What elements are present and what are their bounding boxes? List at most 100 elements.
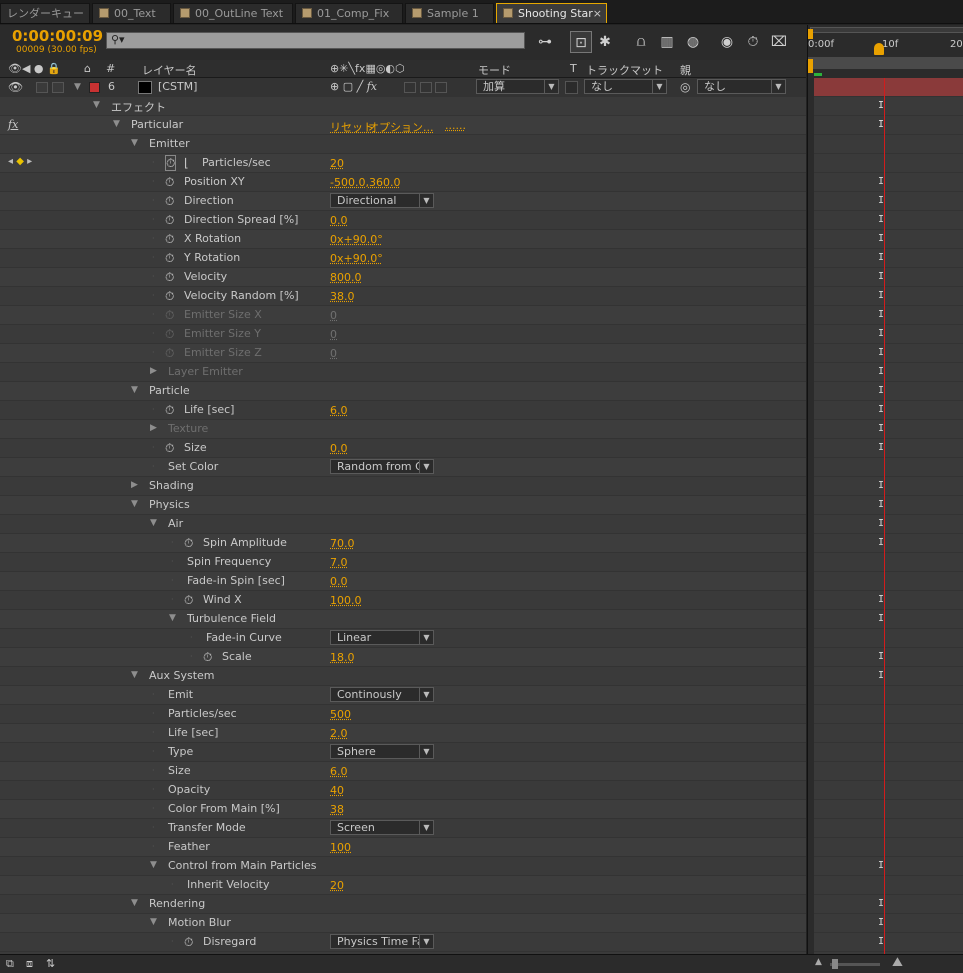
twirl-open-icon[interactable]: ▼ (150, 917, 157, 927)
dropdown-arrow-icon[interactable]: ▼ (419, 745, 433, 758)
property-value[interactable]: 0.0 (330, 575, 348, 588)
property-row[interactable]: ▼ Air (0, 515, 806, 534)
twirl-open-icon[interactable]: ▼ (131, 670, 138, 680)
property-value[interactable]: 100.0 (330, 594, 362, 607)
tab-2[interactable]: 00_OutLine Text (173, 3, 293, 23)
fx-icon[interactable]: fx (8, 118, 18, 131)
property-value[interactable]: 0.0 (330, 214, 348, 227)
property-value[interactable]: 800.0 (330, 271, 362, 284)
property-row[interactable]: · ⏱ Velocity Random [%] 38.0 (0, 287, 806, 306)
property-value[interactable]: 0.0 (330, 442, 348, 455)
property-value[interactable]: 38.0 (330, 290, 355, 303)
modes-toggle-icon[interactable]: ⧈ (26, 957, 33, 971)
property-value[interactable]: 6.0 (330, 765, 348, 778)
effect-about-link[interactable]: ...... (445, 119, 466, 132)
dropdown-arrow-icon[interactable]: ▼ (419, 935, 433, 948)
property-row[interactable]: · ⏱ Direction Spread [%] 0.0 (0, 211, 806, 230)
property-value[interactable]: 40 (330, 784, 344, 797)
twirl-open-icon[interactable]: ▼ (131, 499, 138, 509)
layer-row[interactable]: 👁 ▼ 6 [CSTM] ⊕ ▢ ╱ fx 加算 ▼ なし ▼ ◎ なし ▼ (0, 78, 806, 97)
property-row[interactable]: · Fade-in Spin [sec] 0.0 (0, 572, 806, 591)
effect-row-particular[interactable]: fx ▼ Particular リセット オプション... ...... (0, 116, 806, 135)
auto-keyframe-icon[interactable]: ⏱ (742, 31, 764, 53)
property-row[interactable]: · ⏱ Disregard Physics Time Fa ▼ (0, 933, 806, 952)
effects-twirl-icon[interactable]: ▼ (93, 100, 100, 110)
twirl-open-icon[interactable]: ▼ (169, 613, 176, 623)
twirl-closed-icon[interactable]: ▶ (150, 423, 157, 433)
stopwatch-icon[interactable]: ⏱ (165, 232, 174, 247)
property-value[interactable]: 20 (330, 879, 344, 892)
property-row[interactable]: ▼ Physics (0, 496, 806, 515)
property-dropdown[interactable]: Directional ▼ (330, 193, 434, 208)
effect-options-link[interactable]: オプション... (368, 119, 434, 135)
dropdown-arrow-icon[interactable]: ▼ (419, 688, 433, 701)
graph-editor-icon[interactable]: ⌧ (768, 31, 790, 53)
preserve-transparency-checkbox[interactable] (565, 81, 578, 94)
layer-name-header[interactable]: レイヤー名 (142, 62, 197, 78)
property-dropdown[interactable]: Continously ▼ (330, 687, 434, 702)
layer-duration-bar[interactable] (814, 78, 963, 97)
stopwatch-icon[interactable]: ⏱ (165, 213, 174, 228)
layer-name[interactable]: [CSTM] (158, 80, 197, 93)
stopwatch-icon[interactable]: ⏱ (165, 403, 174, 418)
live-update-icon[interactable]: ⊡ (570, 31, 592, 53)
property-row[interactable]: ▼ Particle (0, 382, 806, 401)
property-dropdown[interactable]: Sphere ▼ (330, 744, 434, 759)
navigator-start-handle[interactable] (808, 29, 813, 39)
property-row[interactable]: · Set Color Random from G ▼ (0, 458, 806, 477)
zoom-out-icon[interactable]: ▲ (815, 957, 822, 967)
current-time-indicator-head[interactable] (874, 43, 884, 55)
property-value[interactable]: 0x+90.0° (330, 252, 383, 265)
property-value[interactable]: 7.0 (330, 556, 348, 569)
property-row[interactable]: ▼ Aux System (0, 667, 806, 686)
property-value[interactable]: 500 (330, 708, 351, 721)
property-row[interactable]: · Transfer Mode Screen ▼ (0, 819, 806, 838)
property-row[interactable]: ▼ Motion Blur (0, 914, 806, 933)
stopwatch-icon[interactable]: ⏱ (165, 346, 174, 361)
layer-twirl-icon[interactable]: ▼ (74, 82, 81, 92)
property-value[interactable]: -500.0,360.0 (330, 176, 400, 189)
dropdown-arrow-icon[interactable]: ▼ (419, 460, 433, 473)
keyframe-navigator[interactable]: ◂ ◆ ▸ (8, 156, 32, 167)
property-row[interactable]: · ⏱ ⌊ Particles/sec 20 ◂ ◆ ▸ (0, 154, 806, 173)
property-row[interactable]: · ⏱ Y Rotation 0x+90.0° (0, 249, 806, 268)
property-row[interactable]: · Inherit Velocity 20 (0, 876, 806, 895)
pickwhip-icon[interactable]: ◎ (680, 80, 690, 94)
property-row[interactable]: · Type Sphere ▼ (0, 743, 806, 762)
property-value[interactable]: 0 (330, 347, 337, 360)
property-value[interactable]: 70.0 (330, 537, 355, 550)
property-row[interactable]: ▼ Rendering (0, 895, 806, 914)
stopwatch-icon[interactable]: ⏱ (165, 155, 177, 171)
property-row[interactable]: · Opacity 40 (0, 781, 806, 800)
property-row[interactable]: · Life [sec] 2.0 (0, 724, 806, 743)
property-value[interactable]: 2.0 (330, 727, 348, 740)
motion-blur-icon[interactable]: ◍ (682, 31, 704, 53)
property-row[interactable]: · ⏱ X Rotation 0x+90.0° (0, 230, 806, 249)
property-value[interactable]: 20 (330, 157, 344, 170)
stopwatch-icon[interactable]: ⏱ (184, 593, 193, 608)
hide-shy-layers-icon[interactable]: ⩍ (630, 31, 652, 53)
stopwatch-icon[interactable]: ⏱ (165, 251, 174, 266)
property-row[interactable]: · ⏱ Position XY -500.0,360.0 (0, 173, 806, 192)
property-row[interactable]: · Fade-in Curve Linear ▼ (0, 629, 806, 648)
stopwatch-icon[interactable]: ⏱ (165, 441, 174, 456)
eye-icon[interactable]: 👁 (8, 80, 23, 94)
parent-dropdown[interactable]: なし ▼ (697, 79, 786, 94)
property-row[interactable]: · ⏱ Emitter Size X 0 (0, 306, 806, 325)
twirl-open-icon[interactable]: ▼ (131, 385, 138, 395)
layer-switch-boxes[interactable] (404, 82, 448, 93)
audio-switch[interactable] (36, 82, 48, 93)
tab-0[interactable]: レンダーキュー (0, 3, 90, 23)
comp-mini-flowchart-icon[interactable]: ⊶ (534, 31, 556, 53)
work-area-start-handle[interactable] (808, 59, 813, 73)
effect-twirl-icon[interactable]: ▼ (113, 119, 120, 129)
close-tab-icon[interactable]: × (593, 4, 602, 23)
property-value[interactable]: 0x+90.0° (330, 233, 383, 246)
property-row[interactable]: · Spin Frequency 7.0 (0, 553, 806, 572)
property-row[interactable]: · ⏱ Velocity 800.0 (0, 268, 806, 287)
property-value[interactable]: 18.0 (330, 651, 355, 664)
search-input[interactable]: ⚲▾ (106, 32, 525, 49)
property-row[interactable]: · Size 6.0 (0, 762, 806, 781)
property-value[interactable]: 0 (330, 309, 337, 322)
stopwatch-icon[interactable]: ⏱ (165, 327, 174, 342)
